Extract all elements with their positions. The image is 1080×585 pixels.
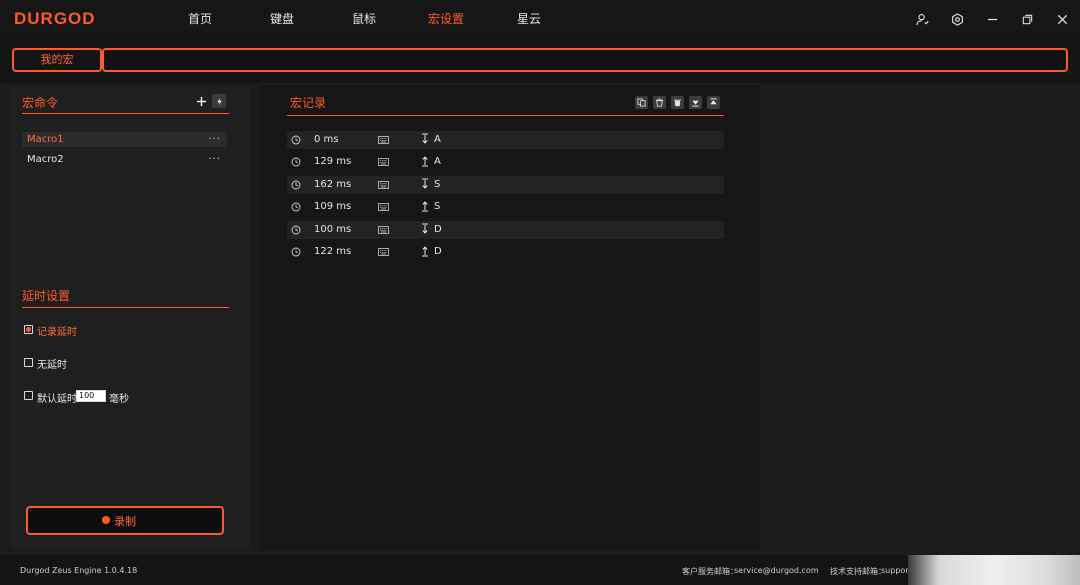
clock-icon (291, 157, 301, 167)
key-down-icon (421, 177, 429, 191)
nav-macro-settings[interactable]: 宏设置 (428, 0, 464, 38)
macro-record-row[interactable]: 0 ms A (287, 131, 724, 149)
no-delay-checkbox[interactable] (24, 358, 33, 367)
delay-settings-title: 延时设置 (22, 289, 71, 303)
key-up-icon (421, 154, 429, 168)
clock-icon (291, 225, 301, 235)
record-delay-time: 100 ms (314, 223, 352, 235)
nav-keyboard[interactable]: 键盘 (270, 0, 294, 38)
delay-title-divider (22, 307, 229, 308)
default-delay-label: 默认延时 (37, 394, 77, 405)
delete-all-icon[interactable] (671, 96, 684, 109)
service-email-label: 客户服务邮箱： (682, 567, 738, 576)
nav-home[interactable]: 首页 (188, 0, 212, 38)
default-delay-checkbox[interactable] (24, 391, 33, 400)
record-key: A (434, 156, 441, 168)
macro-name-field[interactable] (102, 48, 1068, 72)
macro-record-row[interactable]: 129 ms A (287, 153, 724, 171)
keyboard-icon (378, 203, 389, 212)
user-icon[interactable] (914, 11, 930, 27)
copy-icon[interactable] (635, 96, 648, 109)
macro-record-row[interactable]: 122 ms D (287, 243, 724, 261)
my-macro-tab[interactable]: 我的宏 (12, 48, 102, 72)
record-title-divider (287, 115, 724, 116)
key-down-icon (421, 222, 429, 236)
move-up-icon[interactable] (707, 96, 720, 109)
title-bar: DURGOD 首页 键盘 鼠标 宏设置 星云 (0, 0, 1080, 38)
key-up-icon (421, 244, 429, 258)
version-text: Durgod Zeus Engine 1.0.4.18 (20, 566, 138, 575)
delay-unit-label: 毫秒 (109, 394, 129, 405)
keyboard-icon (378, 136, 389, 144)
key-up-icon (421, 199, 429, 213)
macro-detail-panel (762, 85, 1080, 550)
durgod-logo: DURGOD (14, 9, 96, 28)
record-delay-time: 122 ms (314, 246, 352, 257)
macro-item[interactable]: Macro1 ··· (22, 132, 227, 147)
record-key: D (434, 246, 442, 257)
record-button[interactable]: 录制 (26, 506, 224, 535)
macro-title-divider (22, 113, 229, 114)
service-email-link[interactable]: service@durgod.com (734, 566, 819, 575)
macro-list-panel: 宏命令 Macro1 ··· Macro2 ··· 延时设置 记录延时 无延时 … (10, 85, 250, 550)
record-delay-time: 162 ms (314, 178, 352, 190)
status-bar: Durgod Zeus Engine 1.0.4.18 客户服务邮箱： serv… (0, 555, 1080, 585)
nav-nebula[interactable]: 星云 (517, 0, 541, 38)
macro-record-title: 宏记录 (290, 96, 327, 110)
close-icon[interactable] (1054, 11, 1070, 27)
record-key: A (434, 134, 441, 145)
restore-icon[interactable] (1019, 11, 1035, 27)
move-down-icon[interactable] (689, 96, 702, 109)
no-delay-label: 无延时 (37, 360, 67, 371)
record-key: S (434, 201, 441, 213)
clock-icon (291, 247, 301, 257)
blurred-watermark (908, 555, 1080, 585)
macro-record-panel: 宏记录 0 ms A 129 ms A 162 ms S 109 ms S 100 ms D 122… (260, 85, 760, 550)
macro-item-name: Macro2 (27, 154, 64, 165)
more-options-icon[interactable]: ··· (208, 152, 221, 167)
more-options-icon[interactable]: ··· (208, 132, 221, 147)
keyboard-icon (378, 225, 389, 234)
clock-icon (291, 202, 301, 212)
default-delay-input[interactable]: 100 (76, 390, 106, 402)
record-delay-time: 0 ms (314, 134, 339, 145)
settings-gear-icon[interactable] (949, 11, 965, 27)
record-delay-label: 记录延时 (37, 327, 77, 338)
record-delay-radio[interactable] (24, 325, 33, 334)
add-macro-button[interactable] (194, 94, 208, 108)
key-down-icon (421, 132, 429, 146)
macro-item[interactable]: Macro2 ··· (22, 152, 227, 167)
record-dot-icon (102, 516, 110, 524)
support-email-label: 技术支持邮箱： (830, 567, 886, 576)
delete-icon[interactable] (653, 96, 666, 109)
macro-record-row[interactable]: 162 ms S (287, 175, 724, 194)
macro-tab-bar: 我的宏 (0, 38, 1080, 83)
macro-record-row[interactable]: 109 ms S (287, 198, 724, 216)
record-key: D (434, 223, 442, 235)
minimize-icon[interactable] (984, 11, 1000, 27)
record-key: S (434, 178, 441, 190)
macro-item-name: Macro1 (27, 134, 64, 145)
macro-record-row[interactable]: 100 ms D (287, 220, 724, 239)
keyboard-icon (378, 248, 389, 256)
clock-icon (291, 135, 301, 145)
bolt-icon[interactable] (212, 94, 226, 108)
keyboard-icon (378, 158, 389, 167)
macro-command-title: 宏命令 (22, 96, 59, 110)
clock-icon (291, 180, 301, 190)
nav-mouse[interactable]: 鼠标 (352, 0, 376, 38)
record-delay-time: 109 ms (314, 201, 352, 213)
record-button-label: 录制 (114, 514, 136, 528)
keyboard-icon (378, 180, 389, 189)
record-delay-time: 129 ms (314, 156, 352, 168)
